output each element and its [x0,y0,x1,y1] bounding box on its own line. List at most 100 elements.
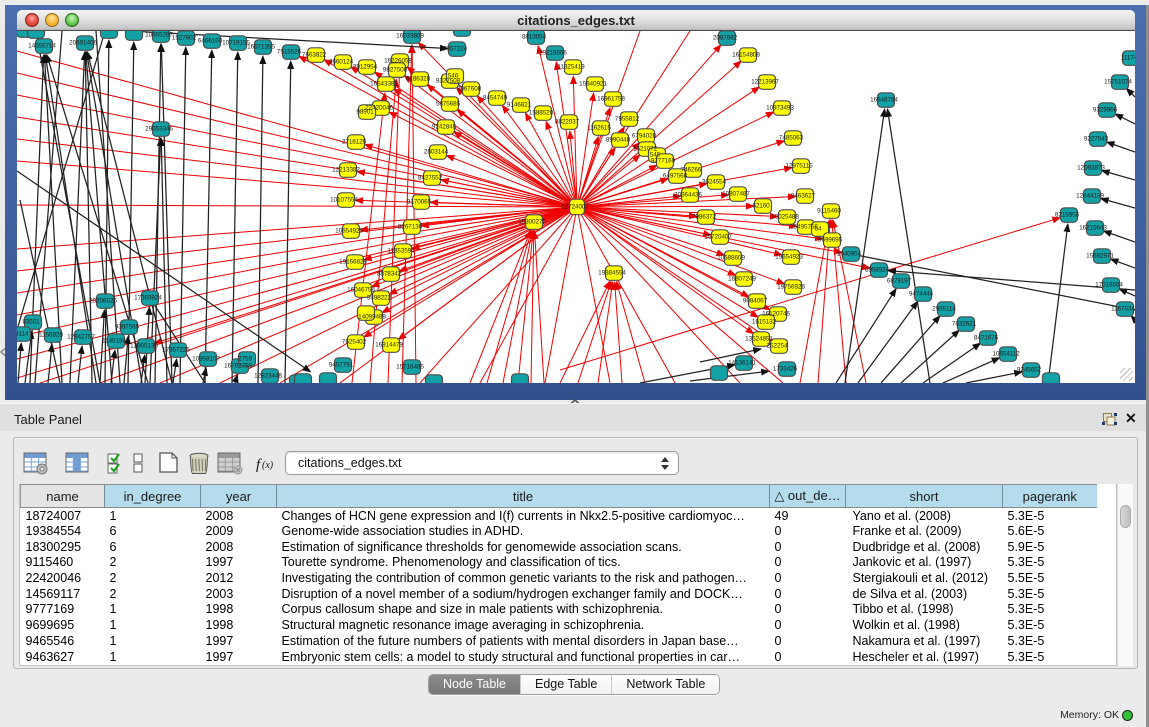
svg-text:64: 64 [815,226,822,233]
svg-text:11353594: 11353594 [387,248,415,255]
svg-text:14099489: 14099489 [358,314,386,321]
svg-text:16961758: 16961758 [597,96,625,103]
svg-text:12444159: 12444159 [1076,193,1104,200]
svg-text:(x): (x) [262,460,274,471]
svg-text:16154808: 16154808 [732,52,760,59]
svg-text:11174: 11174 [1121,55,1135,62]
svg-text:19166829: 19166829 [339,259,367,266]
svg-text:17359924: 17359924 [134,295,162,302]
svg-text:8427552: 8427552 [418,175,443,182]
svg-text:1527602: 1527602 [172,35,197,42]
svg-text:7632621: 7632621 [952,321,977,328]
svg-text:2718120: 2718120 [342,139,367,146]
svg-text:2803144: 2803144 [424,149,449,156]
svg-text:98901: 98901 [356,109,374,116]
svg-text:7515526: 7515526 [277,49,302,56]
svg-text:9397565: 9397565 [115,324,140,331]
svg-text:9699695: 9699695 [818,237,843,244]
svg-text:12213967: 12213967 [751,79,779,86]
svg-text:10025488: 10025488 [771,214,799,221]
svg-text:10654112: 10654112 [992,351,1020,358]
svg-text:8912954: 8912954 [353,64,378,71]
svg-text:1640954: 1640954 [837,251,862,258]
svg-text:29053346: 29053346 [145,126,173,133]
svg-text:1588520: 1588520 [529,110,554,117]
svg-text:7663822: 7663822 [302,52,327,59]
svg-text:1733426: 1733426 [773,366,798,373]
svg-text:1156829: 1156829 [39,332,63,339]
svg-text:18724007: 18724007 [561,204,589,211]
svg-text:16033809: 16033809 [396,33,424,40]
svg-text:9463627: 9463627 [791,193,816,200]
svg-text:8660124: 8660124 [329,59,354,66]
svg-text:7625402: 7625402 [342,339,367,346]
svg-text:252254: 252254 [767,343,788,350]
svg-text:15751074: 15751074 [1104,79,1132,86]
svg-text:18807249: 18807249 [728,276,756,283]
svg-text:7955812: 7955812 [615,116,640,123]
svg-text:19654923: 19654923 [775,254,803,261]
svg-text:20206526: 20206526 [89,298,117,305]
svg-text:62160: 62160 [752,203,770,210]
svg-text:12975115: 12975115 [785,163,813,170]
svg-text:14136141: 14136141 [728,360,756,367]
svg-text:17016504: 17016504 [1095,282,1123,289]
svg-text:2087682: 2087682 [713,35,738,42]
svg-text:16046758: 16046758 [347,287,375,294]
svg-text:5498222: 5498222 [367,295,392,302]
svg-text:6794028: 6794028 [632,133,657,140]
svg-text:20691406: 20691406 [69,40,97,47]
svg-text:83501: 83501 [22,319,40,326]
svg-text:8822037: 8822037 [555,119,580,126]
svg-text:8990448: 8990448 [606,137,631,144]
svg-text:8813054: 8813054 [522,34,547,41]
svg-text:9245652: 9245652 [1017,367,1042,374]
svg-text:8958924: 8958924 [865,267,890,274]
svg-text:9227543: 9227543 [1084,136,1109,143]
svg-text:10107554: 10107554 [330,197,358,204]
svg-text:3624554: 3624554 [702,179,727,186]
svg-text:9115460: 9115460 [817,208,841,215]
svg-text:7857224: 7857224 [443,46,468,53]
svg-text:5875685: 5875685 [436,101,461,108]
svg-text:9170065: 9170065 [407,199,432,206]
svg-text:16543382: 16543382 [370,81,398,88]
svg-text:1162615: 1162615 [587,125,611,132]
svg-text:9329966: 9329966 [1093,107,1118,114]
svg-text:10655287: 10655287 [145,32,173,39]
svg-text:17957225: 17957225 [162,347,190,354]
svg-text:16914479: 16914479 [375,342,403,349]
svg-text:15692971: 15692971 [1086,253,1114,260]
svg-text:15300275: 15300275 [518,219,546,226]
svg-text:9474444: 9474444 [909,291,934,298]
svg-text:1167534: 1167534 [1111,306,1135,313]
svg-text:16671355: 16671355 [247,44,275,51]
svg-text:2967608: 2967608 [457,86,482,93]
svg-text:10654925: 10654925 [335,228,363,235]
svg-text:12942757: 12942757 [67,334,95,341]
svg-text:6879197: 6879197 [887,278,912,285]
svg-text:8471676: 8471676 [974,335,999,342]
svg-text:10807487: 10807487 [722,191,750,198]
svg-text:19384554: 19384554 [598,270,626,277]
svg-text:12213382: 12213382 [332,167,360,174]
svg-text:9457791: 9457791 [329,362,354,369]
svg-text:13524851: 13524851 [745,336,773,343]
svg-text:12923448: 12923448 [254,373,282,380]
svg-text:546: 546 [448,73,459,80]
svg-text:8878342: 8878342 [377,271,402,278]
svg-text:6466160: 6466160 [198,38,223,45]
svg-text:15640921: 15640921 [579,81,607,88]
svg-text:9146821: 9146821 [507,102,532,109]
svg-text:8267130: 8267130 [398,224,423,231]
svg-text:11325419: 11325419 [557,64,585,71]
svg-text:8215955: 8215955 [1055,212,1080,219]
svg-text:16782759: 16782759 [224,363,252,370]
svg-text:9242845: 9242845 [432,124,457,131]
svg-text:7986372: 7986372 [692,214,717,221]
svg-text:10958107: 10958107 [192,356,220,363]
svg-text:10719155: 10719155 [222,40,250,47]
svg-text:10973493: 10973493 [766,105,794,112]
svg-text:9777169: 9777169 [651,158,676,165]
svg-text:1615132: 1615132 [752,319,777,326]
